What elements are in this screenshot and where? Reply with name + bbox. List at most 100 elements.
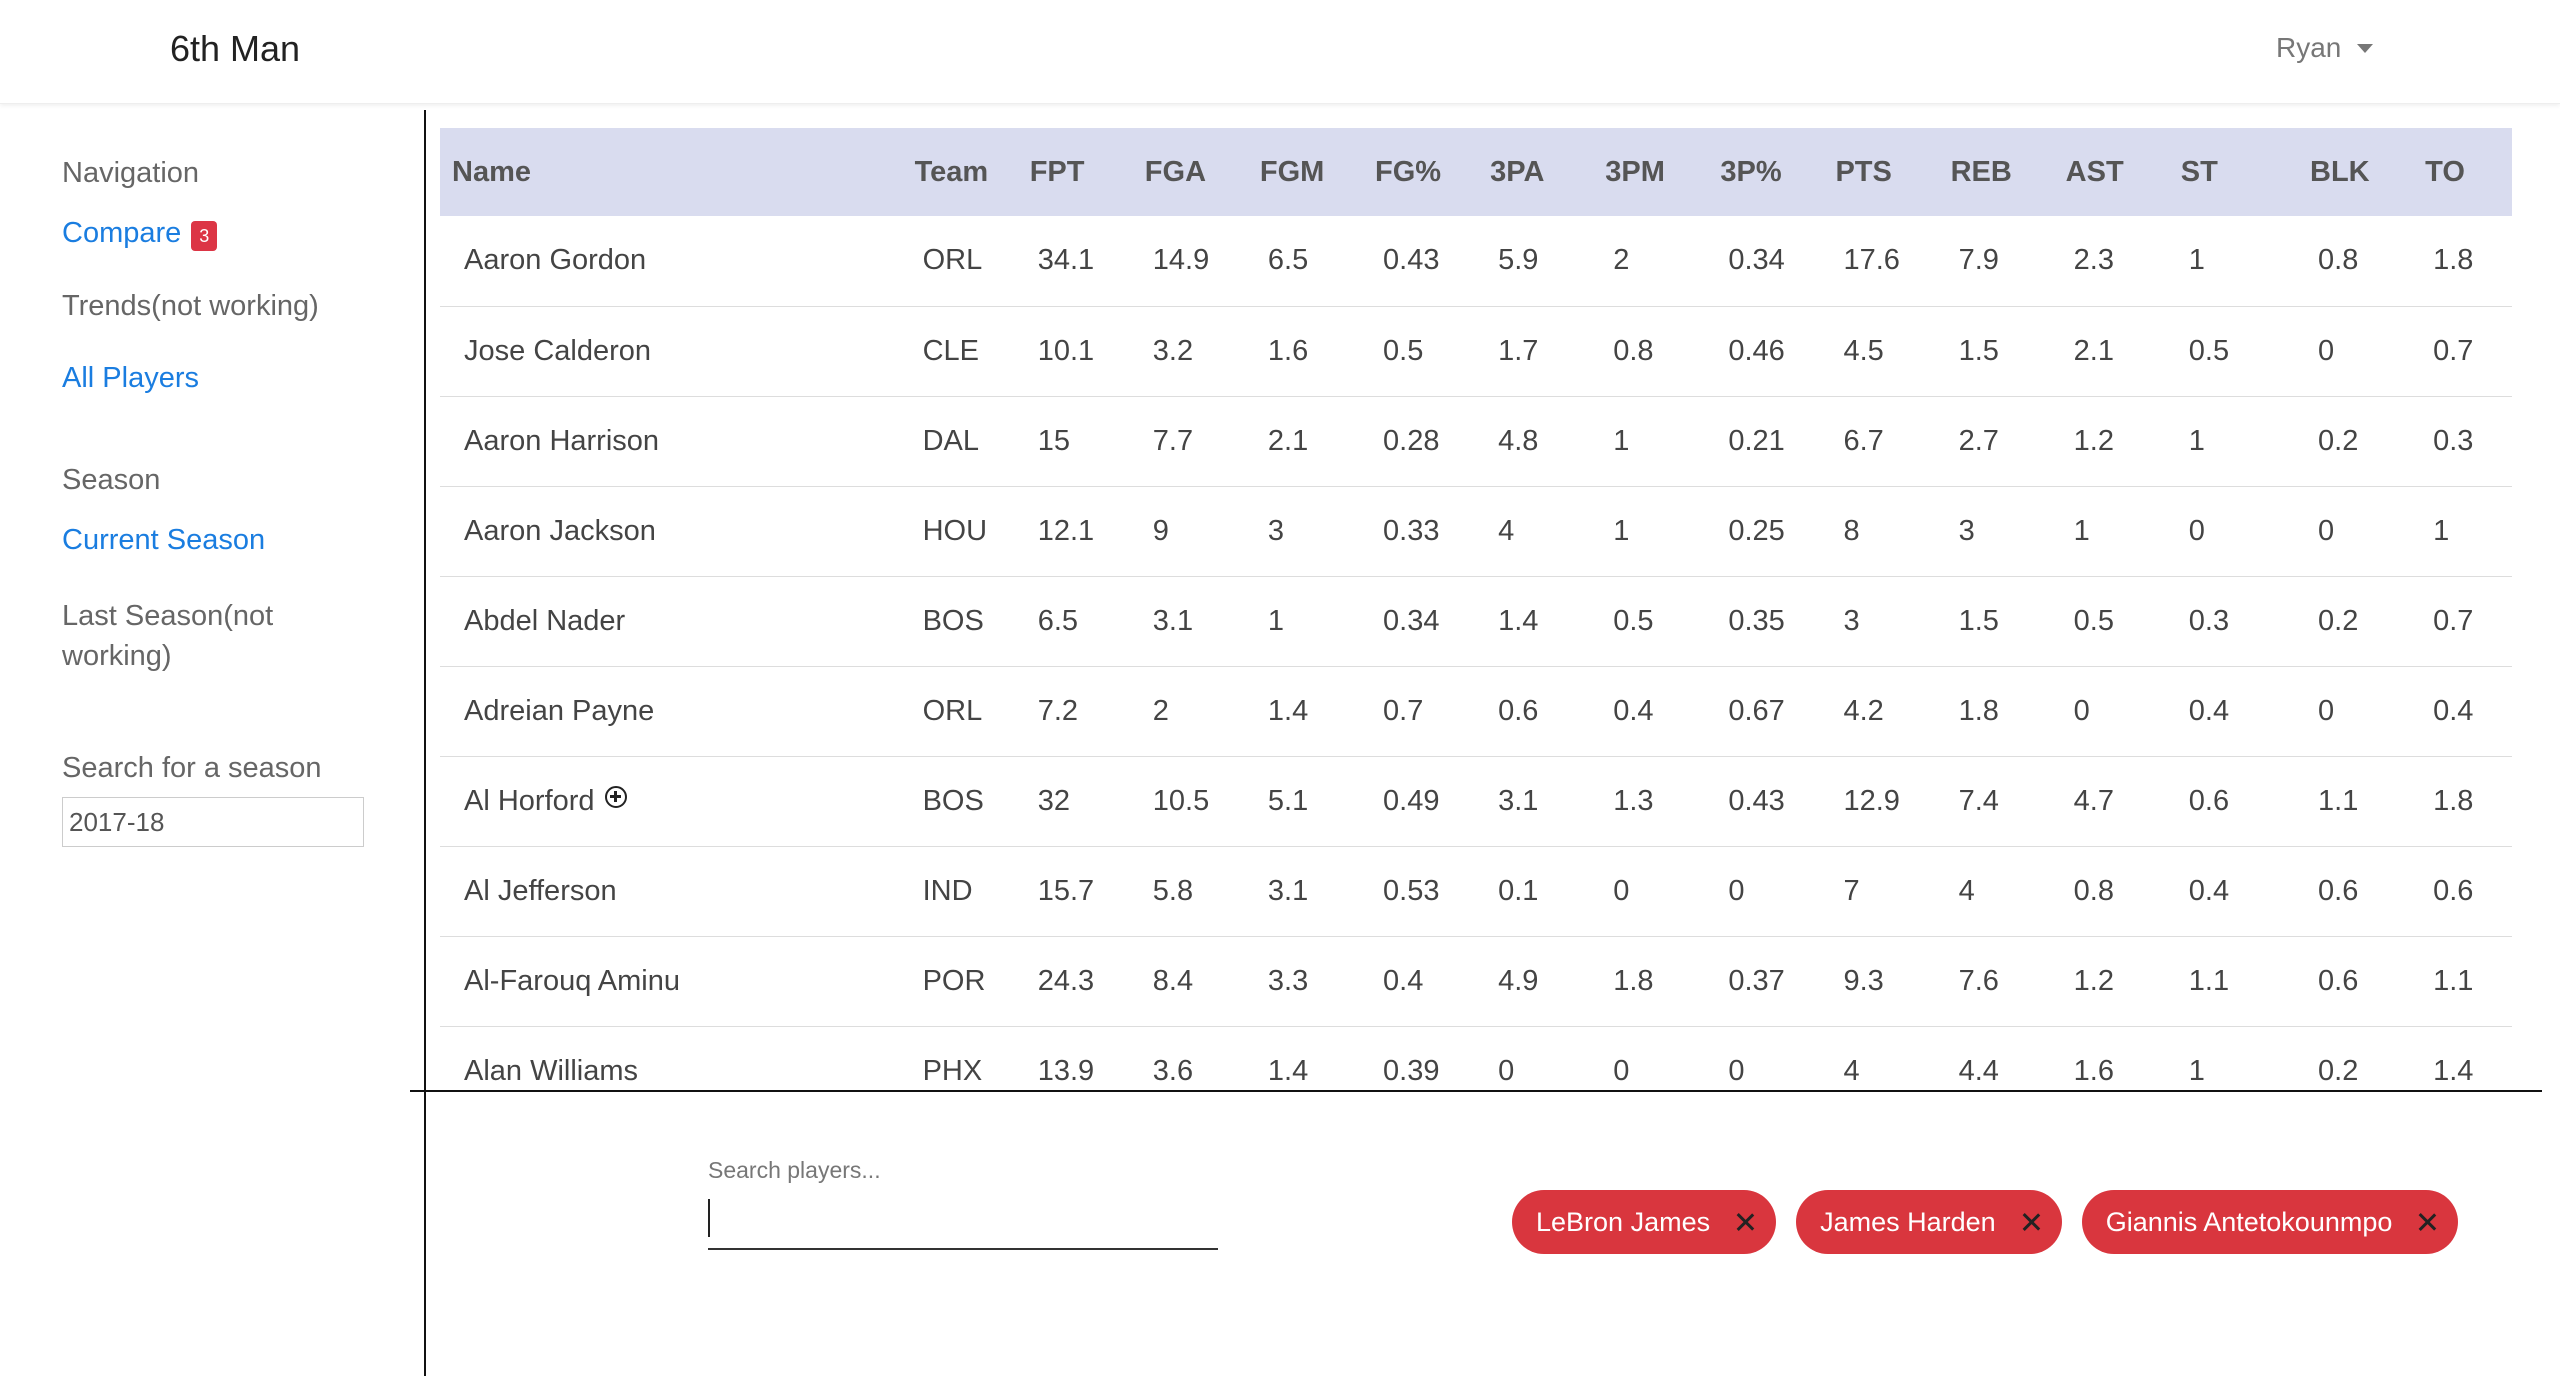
table-row[interactable]: Al-Farouq Aminu POR 24.3 8.4 3.3 0.4 4.9 1.8 0.3…: [440, 936, 2512, 1026]
table-cell: 13.9: [1037, 1054, 1095, 1087]
table-row[interactable]: Al Horford BOS 32 10.5 5.1 0.49 3.1 1.3 0.43 12.9…: [440, 756, 2512, 846]
column-header[interactable]: 3P%: [1720, 128, 1835, 216]
table-row[interactable]: Abdel Nader BOS 6.5 3.1 1 0.34 1.4 0.5 0.35 3 1.5 0…: [440, 576, 2512, 666]
table-cell: BOS: [922, 604, 984, 637]
table-cell: 9: [1152, 514, 1169, 547]
table-cell: 12.1: [1037, 514, 1095, 547]
table-cell: 34.1: [1037, 244, 1095, 277]
table-cell: 0.28: [1383, 424, 1440, 457]
sidebar-item-compare[interactable]: Compare 3: [62, 217, 218, 251]
sidebar-item-label: working): [62, 640, 172, 672]
player-name[interactable]: Alan Williams: [464, 1055, 638, 1087]
close-icon[interactable]: [1736, 1213, 1754, 1231]
table-cell: 1.7: [1498, 334, 1539, 367]
column-header[interactable]: PTS: [1835, 128, 1950, 216]
column-header[interactable]: Name: [440, 128, 915, 216]
player-search-input[interactable]: [708, 1196, 1218, 1250]
table-row[interactable]: Aaron Harrison DAL 15 7.7 2.1 0.28 4.8 1 0.21 6.7…: [440, 396, 2512, 486]
table-cell: 1.4: [2433, 1054, 2474, 1087]
table-row[interactable]: Jose Calderon CLE 10.1 3.2 1.6 0.5 1.7 0.8 0.46 4…: [440, 306, 2512, 396]
column-header[interactable]: FGM: [1260, 128, 1375, 216]
table-cell: 0.4: [1613, 694, 1654, 727]
table-cell: 1.5: [1958, 604, 1999, 637]
table-cell: 4.8: [1498, 424, 1539, 457]
table-cell: ORL: [922, 694, 983, 727]
player-name-cell: Aaron Gordon: [440, 216, 915, 306]
sidebar-item-last-season[interactable]: Last Season(not working): [62, 596, 273, 676]
sidebar-item-all-players[interactable]: All Players: [62, 362, 199, 395]
close-icon[interactable]: [2418, 1213, 2436, 1231]
table-row[interactable]: Adreian Payne ORL 7.2 2 1.4 0.7 0.6 0.4 0.67 4.2 1…: [440, 666, 2512, 756]
players-table-container[interactable]: Name Team FPT FGA FGM FG% 3PA 3PM 3P% PTS REB AST ST…: [440, 128, 2512, 1090]
table-row[interactable]: Alan Williams PHX 13.9 3.6 1.4 0.39 0 0 0 4 4.4 1.6…: [440, 1026, 2512, 1090]
sidebar-item-trends[interactable]: Trends(not working): [62, 290, 319, 323]
sidebar: Navigation Compare 3 Trends(not working) …: [0, 110, 424, 1376]
player-name-cell: Alan Williams: [440, 1026, 915, 1090]
close-icon[interactable]: [2022, 1213, 2040, 1231]
sidebar-item-current-season[interactable]: Current Season: [62, 524, 265, 557]
column-header[interactable]: FGA: [1145, 128, 1260, 216]
column-header[interactable]: FPT: [1030, 128, 1145, 216]
table-cell: 8: [1843, 514, 1860, 547]
table-cell: 0: [1498, 1054, 1515, 1087]
table-cell: PHX: [922, 1054, 983, 1087]
table-cell: 1: [1613, 514, 1630, 547]
table-cell: 32: [1037, 784, 1070, 817]
season-heading: Season: [62, 464, 161, 496]
table-cell: 0: [1728, 1054, 1745, 1087]
selected-player-chip[interactable]: LeBron James: [1512, 1190, 1777, 1254]
player-name[interactable]: Abdel Nader: [464, 605, 625, 637]
column-header[interactable]: BLK: [2310, 128, 2425, 216]
table-cell: HOU: [922, 514, 988, 547]
table-cell: 3.1: [1152, 604, 1194, 637]
player-name[interactable]: Al Horford: [464, 785, 595, 817]
table-row[interactable]: Aaron Gordon ORL 34.1 14.9 6.5 0.43 5.9 2 0.34 17…: [440, 216, 2512, 306]
player-name[interactable]: Al Jefferson: [464, 875, 617, 907]
text-cursor: [708, 1199, 710, 1237]
table-cell: POR: [922, 964, 986, 997]
table-cell: 1.4: [1267, 1054, 1309, 1087]
table-cell: 0: [1728, 874, 1745, 907]
table-cell: 1: [2188, 244, 2205, 277]
table-cell: 17.6: [1843, 244, 1900, 277]
table-cell: 5.9: [1498, 244, 1539, 277]
sidebar-item-label: Compare: [62, 217, 182, 249]
column-header[interactable]: ST: [2181, 128, 2310, 216]
user-name: Ryan: [2276, 32, 2342, 63]
table-cell: 1.3: [1613, 784, 1654, 817]
selected-player-chip[interactable]: Giannis Antetokounmpo: [2081, 1190, 2459, 1254]
column-header[interactable]: REB: [1951, 128, 2066, 216]
brand-logo[interactable]: 6th Man: [170, 28, 300, 70]
selected-player-chip[interactable]: James Harden: [1796, 1190, 2062, 1254]
player-name[interactable]: Al-Farouq Aminu: [464, 965, 680, 997]
player-name[interactable]: Jose Calderon: [464, 335, 651, 367]
column-header[interactable]: 3PM: [1605, 128, 1720, 216]
table-cell: 6.5: [1267, 244, 1309, 277]
column-header[interactable]: TO: [2425, 128, 2512, 216]
player-name[interactable]: Aaron Jackson: [464, 515, 656, 547]
table-cell: 1.2: [2073, 424, 2114, 457]
table-cell: 0.25: [1728, 514, 1785, 547]
column-header[interactable]: FG%: [1375, 128, 1490, 216]
player-name-cell: Al Horford: [440, 756, 915, 846]
column-header[interactable]: AST: [2066, 128, 2181, 216]
season-search-input[interactable]: [62, 797, 364, 847]
player-name[interactable]: Aaron Harrison: [464, 425, 659, 457]
table-cell: 1.6: [1267, 334, 1309, 367]
table-row[interactable]: Aaron Jackson HOU 12.1 9 3 0.33 4 1 0.25 8 3 1 0 0 1: [440, 486, 2512, 576]
player-name-cell: Aaron Harrison: [440, 396, 915, 486]
add-to-compare-icon[interactable]: [604, 785, 627, 808]
table-cell: 0.5: [2188, 334, 2230, 367]
table-row[interactable]: Al Jefferson IND 15.7 5.8 3.1 0.53 0.1 0 0 7 4 0.8 0…: [440, 846, 2512, 936]
table-cell: 0.8: [2073, 874, 2114, 907]
table-cell: 7.4: [1958, 784, 1999, 817]
table-cell: 2: [1152, 694, 1169, 727]
table-cell: 0: [2188, 514, 2205, 547]
player-name[interactable]: Aaron Gordon: [464, 244, 646, 276]
table-cell: 3: [1843, 604, 1860, 637]
table-cell: 4.2: [1843, 694, 1884, 727]
player-name[interactable]: Adreian Payne: [464, 695, 654, 727]
column-header[interactable]: Team: [915, 128, 1030, 216]
column-header[interactable]: 3PA: [1490, 128, 1605, 216]
user-menu-dropdown[interactable]: Ryan: [2276, 32, 2374, 64]
